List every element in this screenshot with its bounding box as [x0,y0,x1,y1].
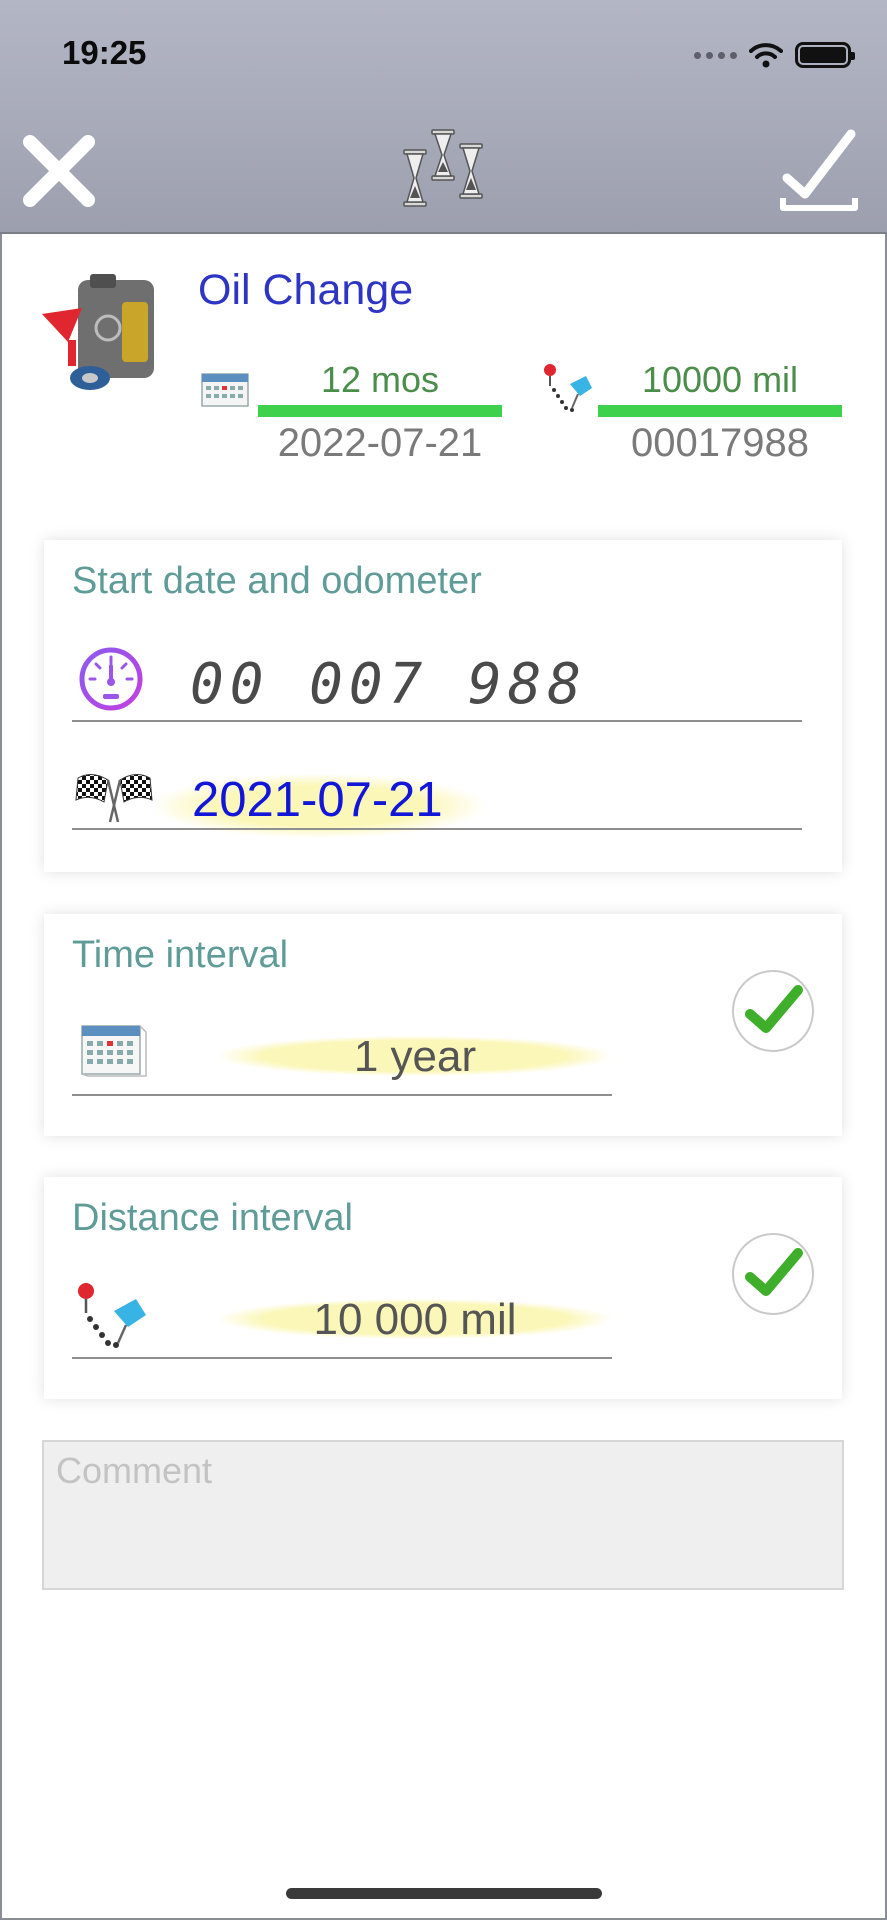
comment-field[interactable]: Comment [42,1440,844,1590]
checkered-flags-icon [75,774,153,823]
start-card-title: Start date and odometer [72,560,482,602]
distance-interval-card: Distance interval 10 000 mil [44,1177,842,1399]
distance-interval-field[interactable]: 10 000 mil [220,1295,610,1345]
done-check-icon[interactable] [779,128,859,214]
time-interval-summary: 12 mos [320,359,440,400]
battery-icon [795,42,855,68]
comment-placeholder: Comment [56,1450,213,1491]
calendar-icon [201,373,249,407]
odometer-underline [72,720,802,722]
green-check-icon [745,985,803,1033]
time-interval-card: Time interval 1 year [44,914,842,1136]
hourglasses-icon [403,129,483,207]
start-card: Start date and odometer 00 007 988 2021-… [44,540,842,872]
time-progress-bar [258,405,502,417]
signal-icon [694,51,737,59]
distance-interval-title: Distance interval [72,1197,353,1239]
start-date-field[interactable]: 2021-07-21 [192,772,443,828]
route-pin-icon [78,1283,146,1348]
service-title: Oil Change [198,266,414,314]
start-date-underline [72,828,802,830]
distance-interval-toggle[interactable] [732,1233,814,1315]
time-interval-toggle[interactable] [732,970,814,1052]
time-interval-underline [72,1094,612,1096]
route-pin-icon [544,364,592,412]
odometer-input[interactable]: 00 007 988 [190,652,587,717]
close-icon[interactable] [18,130,100,212]
status-time: 19:25 [62,34,147,71]
distance-due-odometer: 00017988 [631,421,809,465]
calendar-icon [81,1025,147,1077]
wifi-icon [749,43,783,68]
home-indicator[interactable] [286,1888,602,1899]
distance-interval-summary: 10000 mil [641,359,799,400]
distance-interval-underline [72,1357,612,1359]
oil-change-icon [42,274,154,390]
navigation-header: 19:25 [0,0,887,234]
speedometer-icon [79,647,143,711]
time-interval-title: Time interval [72,934,289,976]
green-check-icon [745,1248,803,1296]
time-due-date: 2022-07-21 [277,421,483,465]
status-icons [694,40,855,70]
time-interval-field[interactable]: 1 year [220,1032,610,1082]
distance-progress-bar [598,405,842,417]
